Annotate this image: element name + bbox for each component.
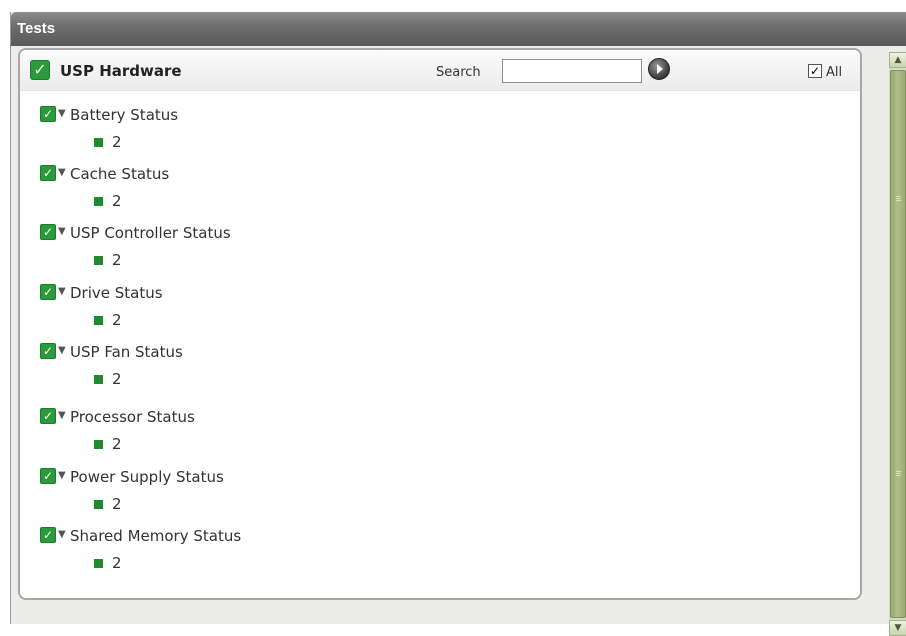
scroll-up-button[interactable]: ▲ [889, 52, 906, 68]
status-square-icon [94, 256, 103, 265]
test-checkbox[interactable]: ✓ [40, 408, 56, 424]
search-input[interactable] [502, 59, 642, 83]
expand-arrow-icon[interactable]: ▼ [58, 108, 66, 119]
search-label: Search [436, 65, 481, 80]
descriptor-value: 2 [112, 192, 122, 210]
panel-title: USP Hardware [60, 62, 182, 80]
test-checkbox[interactable]: ✓ [40, 468, 56, 484]
test-checkbox[interactable]: ✓ [40, 224, 56, 240]
expand-arrow-icon[interactable]: ▼ [58, 410, 66, 421]
test-checkbox[interactable]: ✓ [40, 106, 56, 122]
expand-arrow-icon[interactable]: ▼ [58, 286, 66, 297]
status-square-icon [94, 500, 103, 509]
test-name: Processor Status [70, 408, 195, 426]
test-checkbox[interactable]: ✓ [40, 343, 56, 359]
descriptor-value: 2 [112, 311, 122, 329]
test-name: USP Fan Status [70, 343, 183, 361]
status-square-icon [94, 197, 103, 206]
scroll-thumb[interactable] [890, 70, 906, 618]
test-name: Cache Status [70, 165, 170, 183]
group-checkbox[interactable]: ✓ [30, 60, 50, 80]
descriptor-value: 2 [112, 554, 122, 572]
descriptor-value: 2 [112, 133, 122, 151]
expand-arrow-icon[interactable]: ▼ [58, 470, 66, 481]
expand-arrow-icon[interactable]: ▼ [58, 345, 66, 356]
status-square-icon [94, 138, 103, 147]
window-title: Tests [17, 20, 56, 37]
search-go-button[interactable] [648, 58, 670, 80]
test-name: Power Supply Status [70, 468, 224, 486]
descriptor-value: 2 [112, 370, 122, 388]
all-checkbox[interactable]: ✓ [808, 64, 822, 78]
descriptor-value: 2 [112, 435, 122, 453]
scroll-down-button[interactable]: ▼ [889, 620, 906, 636]
test-name: Battery Status [70, 106, 179, 124]
status-square-icon [94, 440, 103, 449]
window-titlebar: Tests [11, 12, 906, 46]
expand-arrow-icon[interactable]: ▼ [58, 226, 66, 237]
status-square-icon [94, 375, 103, 384]
vertical-scrollbar[interactable]: ▲ ▼ [889, 52, 906, 636]
test-checkbox[interactable]: ✓ [40, 284, 56, 300]
status-square-icon [94, 316, 103, 325]
grip-icon [896, 196, 901, 197]
status-square-icon [94, 559, 103, 568]
grip-icon [896, 471, 901, 472]
expand-arrow-icon[interactable]: ▼ [58, 529, 66, 540]
test-name: Drive Status [70, 284, 163, 302]
descriptor-value: 2 [112, 251, 122, 269]
all-label: All [826, 65, 843, 80]
usp-hardware-panel: ✓ USP Hardware Search ✓ All ✓ ▼ Battery St… [18, 48, 862, 600]
panel-header: ✓ USP Hardware Search ✓ All [20, 50, 860, 91]
expand-arrow-icon[interactable]: ▼ [58, 167, 66, 178]
test-checkbox[interactable]: ✓ [40, 165, 56, 181]
descriptor-value: 2 [112, 495, 122, 513]
test-name: Shared Memory Status [70, 527, 242, 545]
test-name: USP Controller Status [70, 224, 231, 242]
test-checkbox[interactable]: ✓ [40, 527, 56, 543]
